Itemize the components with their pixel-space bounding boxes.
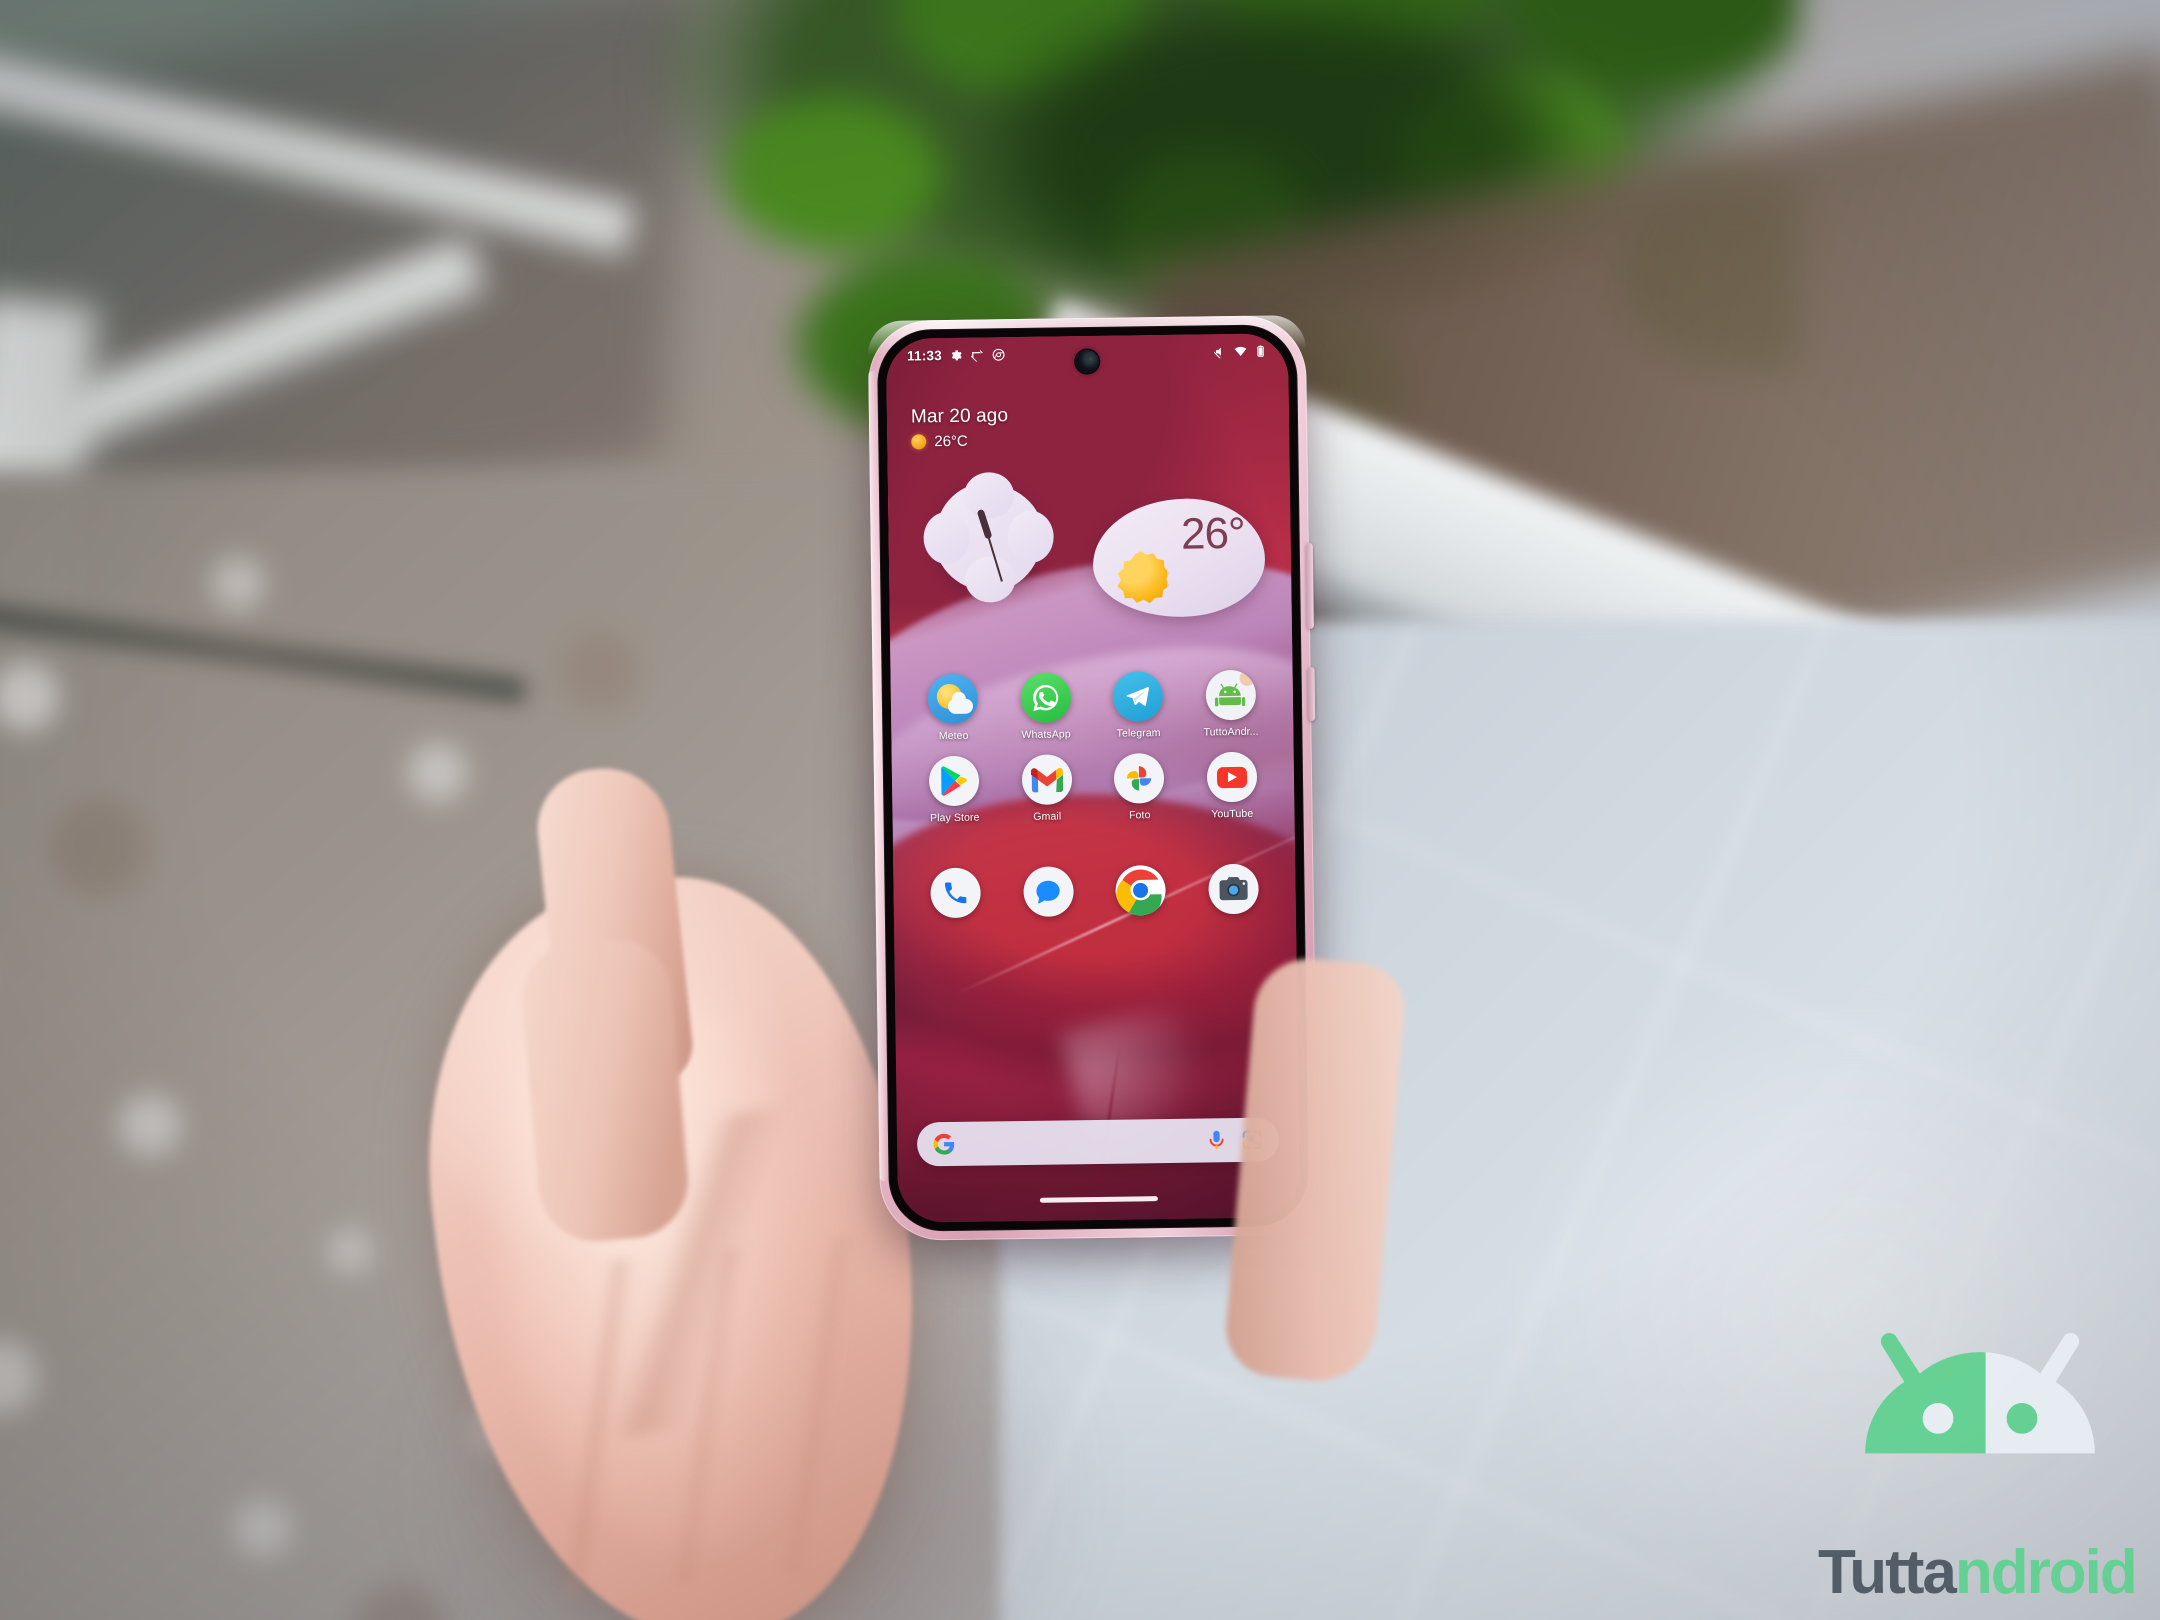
wifi-icon (1234, 346, 1247, 356)
smartphone: 11:33 Mar 20 ago 26°C 26° Meteo WhatsApp… (841, 314, 1345, 1270)
play-store-icon (928, 755, 980, 807)
app-telegram[interactable]: Telegram (1092, 671, 1185, 740)
google-lens-icon[interactable] (1241, 1129, 1263, 1151)
photos-pinwheel-glyph (1127, 766, 1152, 791)
mute-icon (1213, 347, 1223, 358)
app-meteo[interactable]: Meteo (907, 673, 1000, 742)
google-photos-icon (1113, 753, 1165, 804)
tuttandroid-watermark: Tuttandroid (1818, 1324, 2148, 1614)
google-search-bar[interactable] (916, 1117, 1280, 1167)
weather-widget[interactable]: 26° (1092, 497, 1266, 618)
app-label: Telegram (1116, 727, 1161, 740)
sun-icon (911, 434, 927, 450)
weather-widget-temperature: 26° (1180, 508, 1245, 559)
phone-screen[interactable]: 11:33 Mar 20 ago 26°C 26° Meteo WhatsApp… (885, 333, 1301, 1223)
status-bar-clock: 11:33 (906, 347, 942, 364)
cast-off-icon (970, 349, 983, 362)
app-label: Foto (1128, 809, 1151, 822)
status-bar-right (1213, 344, 1267, 358)
android-bugdroid-head-icon (1865, 1333, 2095, 1454)
youtube-icon (1206, 751, 1258, 803)
status-bar-left: 11:33 (907, 347, 1005, 363)
telegram-glyph (1126, 686, 1150, 706)
analog-clock-widget[interactable] (933, 472, 1044, 603)
clock-lobe-top (963, 472, 1015, 519)
glance-date: Mar 20 ago (910, 405, 1009, 428)
telegram-icon (1112, 671, 1164, 722)
app-label: Meteo (938, 729, 969, 743)
battery-icon (1257, 344, 1264, 357)
power-button[interactable] (1307, 666, 1316, 721)
gmail-glyph (1030, 767, 1063, 792)
phone-bezel: 11:33 Mar 20 ago 26°C 26° Meteo WhatsApp… (876, 324, 1310, 1232)
middle-finger (517, 934, 693, 1246)
app-gmail[interactable]: Gmail (1000, 754, 1093, 823)
clock-lobe-bottom (964, 556, 1016, 603)
at-a-glance[interactable]: Mar 20 ago 26°C (911, 405, 1009, 450)
volume-button[interactable] (1305, 542, 1314, 629)
watermark-text: Tuttandroid (1818, 1537, 2148, 1608)
app-label: YouTube (1211, 807, 1254, 821)
camera-icon[interactable] (1207, 863, 1259, 915)
app-label: Gmail (1033, 810, 1062, 823)
watermark-text-secondary: ndroid (1954, 1538, 2138, 1607)
app-row-1: Meteo WhatsApp Telegram TuttoAndr... (891, 669, 1294, 743)
app-play-store[interactable]: Play Store (908, 755, 1001, 824)
youtube-play-triangle (1228, 771, 1238, 783)
whatsapp-icon (1020, 672, 1071, 724)
app-grid: Meteo WhatsApp Telegram TuttoAndr... Pla… (891, 669, 1295, 839)
tuttoandroid-icon (1205, 669, 1256, 721)
notification-badge (1239, 670, 1255, 686)
app-tuttoandroid[interactable]: TuttoAndr... (1184, 669, 1277, 738)
gear-icon (951, 349, 962, 360)
search-actions (1207, 1129, 1263, 1152)
phone-glyph (945, 882, 967, 904)
chrome-icon[interactable] (1115, 864, 1167, 916)
camera-glyph (1219, 876, 1248, 901)
widget-area: 26° (888, 472, 1293, 669)
glance-temperature: 26°C (934, 432, 968, 451)
whatsapp-glyph (1032, 684, 1058, 712)
photo-scene: 11:33 Mar 20 ago 26°C 26° Meteo WhatsApp… (0, 0, 2160, 1620)
gmail-icon (1021, 754, 1073, 805)
sun-icon (1115, 551, 1168, 604)
app-row-2: Play Store Gmail Foto YouTube (892, 751, 1295, 825)
play-store-glyph (941, 766, 967, 796)
microphone-icon[interactable] (1207, 1129, 1226, 1151)
youtube-play-box (1216, 766, 1247, 788)
glance-weather-row: 26°C (911, 432, 1008, 450)
app-label: WhatsApp (1021, 728, 1071, 741)
messages-glyph (1036, 880, 1060, 903)
chrome-icon (992, 348, 1005, 361)
meteo-icon (927, 673, 979, 725)
app-whatsapp[interactable]: WhatsApp (999, 672, 1092, 741)
app-label: Play Store (929, 811, 980, 825)
phone-icon[interactable] (930, 867, 982, 919)
google-g-icon (933, 1133, 955, 1155)
meteo-cloud (948, 698, 974, 715)
app-youtube[interactable]: YouTube (1185, 751, 1278, 820)
chrome-glyph (1116, 869, 1162, 916)
app-label: TuttoAndr... (1203, 725, 1259, 739)
dock (893, 863, 1296, 919)
watermark-text-primary: Tutta (1818, 1538, 1957, 1607)
app-foto[interactable]: Foto (1093, 753, 1186, 822)
messages-icon[interactable] (1022, 866, 1074, 917)
